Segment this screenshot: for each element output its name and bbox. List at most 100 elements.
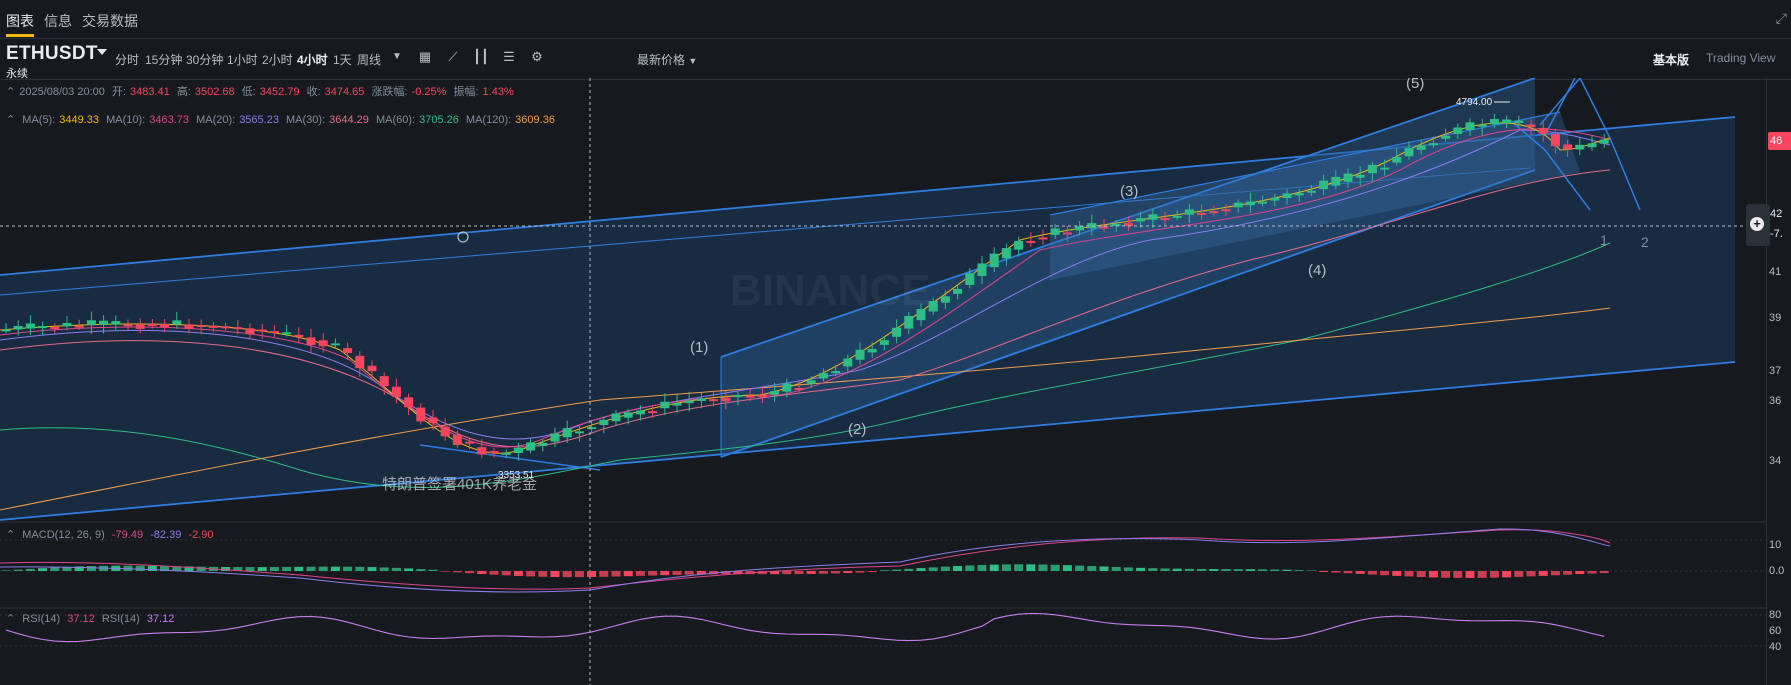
macd-bar (489, 571, 499, 575)
candle-type-icon[interactable]: ┃┃ (473, 49, 489, 65)
candle-body (38, 326, 48, 329)
tab-info[interactable]: 信息 (44, 11, 72, 31)
candle-body (1160, 218, 1170, 221)
macd-bar (843, 571, 853, 574)
candlestick-chart[interactable]: BINANCE (1) (2) (3) (4) (5) 1 2 4794.00 … (0, 78, 1767, 685)
candle-body (770, 391, 780, 395)
symbol-name[interactable]: ETHUSDT (6, 43, 98, 65)
macd-bar (1062, 565, 1072, 571)
candle-body (1197, 213, 1207, 216)
candle-body (892, 327, 902, 337)
collapse-icon[interactable]: ⌃ (6, 613, 15, 625)
macd-dif-line (0, 528, 1611, 593)
tab-trading-data[interactable]: 交易数据 (82, 11, 138, 31)
event-note: 特朗普签署401K养老金 (382, 476, 537, 493)
macd-bar (38, 568, 48, 571)
macd-bar (257, 567, 267, 571)
rsi-tick: 60 (1769, 625, 1782, 637)
price-tick: 37 (1769, 365, 1782, 377)
macd-bar (135, 565, 145, 571)
candle-body (843, 358, 853, 367)
rsi-line (5, 612, 1605, 643)
settings-icon[interactable]: ⚙ (529, 49, 545, 65)
candle-body (1319, 180, 1329, 190)
interval-2h[interactable]: 2小时 (262, 51, 293, 68)
macd-bar (1184, 568, 1194, 571)
candle-body (221, 326, 231, 329)
candle-body (855, 349, 865, 360)
interval-time[interactable]: 分时 (115, 51, 139, 68)
expand-icon[interactable]: ⤢ (1776, 10, 1787, 27)
candle-body (672, 403, 682, 406)
interval-4h[interactable]: 4小时 (297, 51, 328, 68)
macd-bar (428, 569, 438, 571)
macd-bar (1514, 571, 1524, 577)
calendar-icon[interactable]: ▦ (417, 49, 433, 65)
candle-body (1599, 139, 1609, 144)
macd-bar (1148, 568, 1158, 571)
macd-bar (1465, 571, 1475, 578)
price-type-selector[interactable]: 最新价格 ▼ (637, 51, 697, 68)
add-order-icon[interactable]: + (1750, 217, 1764, 231)
macd-bar (794, 571, 804, 575)
indicator-icon[interactable]: ⟋ (445, 49, 461, 65)
candle-body (294, 334, 304, 337)
interval-15m[interactable]: 15分钟 (145, 51, 182, 68)
candle-body (867, 348, 877, 353)
macd-bar (782, 571, 792, 575)
macd-bar (1209, 568, 1219, 571)
rsi-value: 37.12 (67, 613, 95, 625)
macd-hist-value: -2.90 (188, 529, 214, 541)
macd-bar (1331, 571, 1341, 573)
macd-bar (1526, 571, 1536, 577)
interval-more-icon[interactable]: ▼ (392, 51, 402, 62)
macd-bar (977, 564, 987, 571)
macd-bar (892, 569, 902, 571)
candle-body (1075, 226, 1085, 231)
macd-bar (404, 568, 414, 571)
candle-body (330, 343, 340, 346)
rsi-value-2: 37.12 (146, 613, 175, 625)
candle-body (562, 428, 572, 438)
macd-bar (599, 571, 609, 577)
current-price-flag: 46 (1768, 132, 1791, 150)
candle-body (1514, 120, 1524, 124)
candle-body (1026, 240, 1036, 243)
crosshair-price-flag: + (1746, 204, 1770, 246)
layout-icon[interactable]: ☰ (501, 49, 517, 65)
candle-body (489, 451, 499, 454)
symbol-dropdown-icon[interactable] (97, 49, 107, 55)
candle-body (1148, 214, 1158, 220)
macd-bar (1319, 571, 1329, 572)
view-basic-button[interactable]: 基本版 (1653, 51, 1689, 68)
candle-body (1477, 124, 1487, 127)
candle-body (526, 442, 536, 451)
macd-bar (416, 569, 426, 571)
tab-chart[interactable]: 图表 (6, 11, 34, 31)
macd-bar (611, 571, 621, 577)
collapse-icon[interactable]: ⌃ (6, 529, 15, 541)
interval-1h[interactable]: 1小时 (227, 51, 258, 68)
candle-body (745, 395, 755, 398)
candle-body (196, 325, 206, 328)
interval-1w[interactable]: 周线 (357, 51, 381, 68)
interval-30m[interactable]: 30分钟 (186, 51, 223, 68)
interval-1d[interactable]: 1天 (333, 51, 352, 68)
macd-bar (904, 568, 914, 571)
candle-body (757, 395, 767, 398)
candle-body (1062, 232, 1072, 235)
candle-body (318, 340, 328, 347)
macd-bar (672, 571, 682, 575)
macd-bar (660, 571, 670, 576)
macd-bar (953, 565, 963, 571)
candle-body (635, 410, 645, 415)
candle-body (1270, 197, 1280, 201)
price-axis[interactable]: 41 39 37 36 34 10 0.0 80 60 40 (1766, 78, 1791, 685)
candle-body (86, 320, 96, 326)
candle-body (794, 388, 804, 391)
macd-bar (1075, 565, 1085, 571)
candle-body (1233, 202, 1243, 208)
candle-body (477, 447, 487, 455)
candle-body (111, 321, 121, 325)
view-tradingview-button[interactable]: Trading View (1706, 51, 1775, 65)
